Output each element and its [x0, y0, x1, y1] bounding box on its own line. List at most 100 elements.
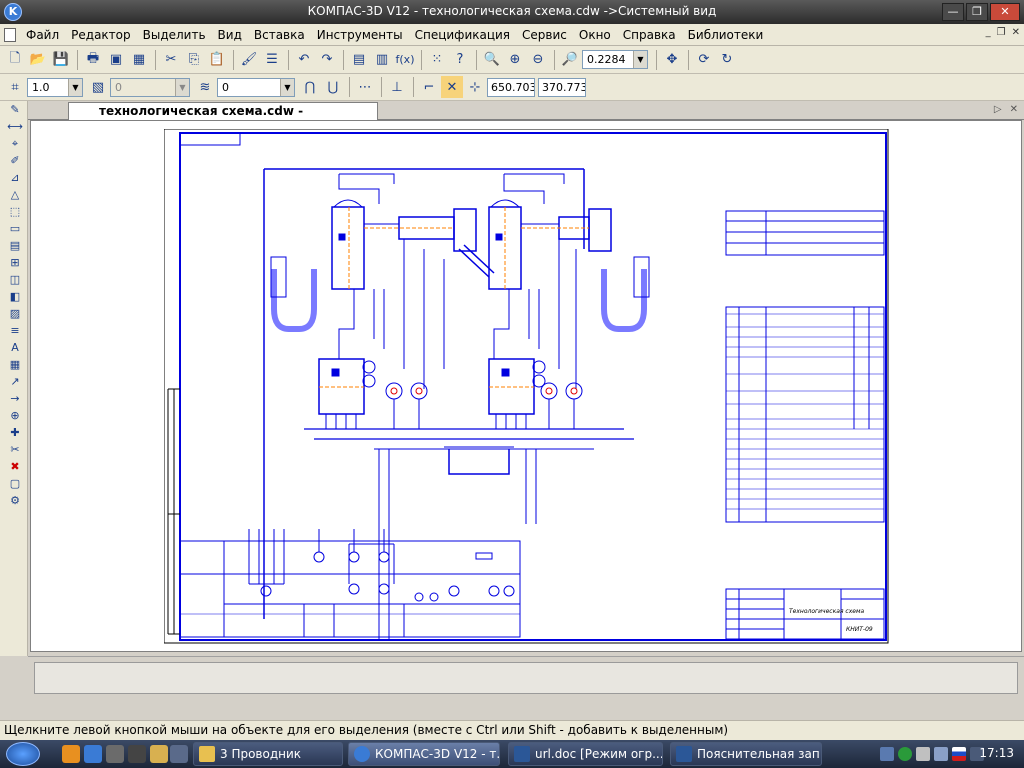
taskbar-word-note[interactable]: Пояснительная зап...	[670, 742, 822, 766]
pan-icon[interactable]: ✥	[661, 49, 683, 71]
chevron-down-icon[interactable]: ▼	[633, 51, 647, 68]
select-icon[interactable]: ⬚	[4, 203, 26, 220]
layer-icon[interactable]: ▧	[87, 76, 109, 98]
tab-close-icon[interactable]: ✕	[1010, 104, 1018, 115]
menu-service[interactable]: Сервис	[516, 28, 573, 42]
trim-icon[interactable]: ✂	[4, 441, 26, 458]
coordinates-icon[interactable]: ⊹	[464, 76, 486, 98]
coord-y-field[interactable]: 370.773	[538, 77, 586, 97]
taskbar-explorer[interactable]: 3 Проводник	[193, 742, 343, 766]
format-brush-icon[interactable]: 🖌	[238, 49, 260, 71]
redraw-icon[interactable]: ↻	[716, 49, 738, 71]
calc-quick-icon[interactable]	[128, 745, 146, 763]
menu-view[interactable]: Вид	[212, 28, 248, 42]
open-folder-icon[interactable]: 📂	[27, 49, 49, 71]
zoom-in-icon[interactable]: ⊕	[504, 49, 526, 71]
close-button[interactable]: ✕	[990, 3, 1020, 21]
antivirus-icon[interactable]	[898, 747, 912, 761]
function-icon[interactable]: f(x)	[394, 49, 416, 71]
snap-icon[interactable]: ⋃	[322, 76, 344, 98]
measure-icon[interactable]: △	[4, 186, 26, 203]
table-icon[interactable]: ▦	[4, 356, 26, 373]
text-icon[interactable]: A	[4, 339, 26, 356]
leader-icon[interactable]: ↗	[4, 373, 26, 390]
layer-combo[interactable]: 0 ▼	[110, 77, 190, 97]
coord-x-field[interactable]: 650.703	[487, 77, 535, 97]
parametrization-icon[interactable]: ⊿	[4, 169, 26, 186]
chevron-down-icon[interactable]: ▼	[175, 78, 189, 96]
start-button[interactable]	[6, 742, 40, 766]
media-player-icon[interactable]	[62, 745, 80, 763]
doc-close-icon[interactable]: ✕	[1012, 27, 1020, 38]
edit-icon[interactable]: ✐	[4, 152, 26, 169]
tab-scroll-right-icon[interactable]: ▷	[994, 104, 1002, 115]
explorer-quick-icon[interactable]	[84, 745, 102, 763]
zoom-out-icon[interactable]: ⊖	[527, 49, 549, 71]
style-icon[interactable]: ≋	[194, 76, 216, 98]
layers-icon[interactable]: ≡	[4, 322, 26, 339]
minimize-button[interactable]: —	[942, 3, 964, 21]
manager-icon[interactable]: ▤	[348, 49, 370, 71]
redo-icon[interactable]: ↷	[316, 49, 338, 71]
grid-dots-icon[interactable]: ⋯	[354, 76, 376, 98]
app-quick-icon[interactable]	[106, 745, 124, 763]
help-pointer-icon[interactable]: ?	[449, 49, 471, 71]
window-quick-icon[interactable]	[170, 745, 188, 763]
maximize-button[interactable]: ❐	[966, 3, 988, 21]
dimensions-icon[interactable]: ⟷	[4, 118, 26, 135]
hatch-icon[interactable]: ▨	[4, 305, 26, 322]
cursor-snap-icon[interactable]: ✕	[441, 76, 463, 98]
chevron-down-icon[interactable]: ▼	[68, 78, 82, 96]
menu-file[interactable]: Файл	[20, 28, 65, 42]
doc-minimize-icon[interactable]: _	[986, 27, 991, 38]
local-cs-icon[interactable]: ⌗	[4, 76, 26, 98]
language-flag-icon[interactable]	[952, 747, 966, 761]
library-icon[interactable]: ⚙	[4, 492, 26, 509]
zoom-scale-icon[interactable]: 🔎	[559, 49, 581, 71]
delete-icon[interactable]: ✖	[4, 458, 26, 475]
document-tab[interactable]: технологическая схема.cdw ->Системный ви…	[68, 102, 378, 134]
drawing-canvas[interactable]: Технологическая схема КНИТ-09	[30, 120, 1022, 652]
fragment-icon[interactable]: ◫	[4, 271, 26, 288]
menu-insert[interactable]: Вставка	[248, 28, 311, 42]
list-icon[interactable]: ☰	[261, 49, 283, 71]
step-icon[interactable]: ⌐	[418, 76, 440, 98]
insert-icon[interactable]: ⊞	[4, 254, 26, 271]
zoom-combo[interactable]: 0.2284 ▼	[582, 50, 648, 69]
menu-specification[interactable]: Спецификация	[409, 28, 516, 42]
properties-icon[interactable]: ▦	[128, 49, 150, 71]
ortho-icon[interactable]: ⊥	[386, 76, 408, 98]
refresh-view-icon[interactable]: ⟳	[693, 49, 715, 71]
axis-icon[interactable]: ⊕	[4, 407, 26, 424]
taskbar-word-url[interactable]: url.doc [Режим огр...	[508, 742, 663, 766]
print-icon[interactable]: 🖶	[82, 49, 104, 71]
properties-panel-area[interactable]	[34, 662, 1018, 694]
paste-icon[interactable]: 📋	[206, 49, 228, 71]
menu-window[interactable]: Окно	[573, 28, 617, 42]
app-tray-icon[interactable]	[916, 747, 930, 761]
chevron-down-icon[interactable]: ▼	[280, 78, 294, 96]
variables-icon[interactable]: ▥	[371, 49, 393, 71]
copy-icon[interactable]: ⎘	[183, 49, 205, 71]
doc-restore-icon[interactable]: ❐	[997, 27, 1006, 38]
menu-help[interactable]: Справка	[617, 28, 682, 42]
menu-tools[interactable]: Инструменты	[311, 28, 409, 42]
menu-editor[interactable]: Редактор	[65, 28, 136, 42]
new-document-icon[interactable]: 🗋	[4, 49, 26, 71]
view-icon[interactable]: ◧	[4, 288, 26, 305]
print-preview-icon[interactable]: ▣	[105, 49, 127, 71]
network-icon[interactable]	[880, 747, 894, 761]
volume-icon[interactable]	[934, 747, 948, 761]
undo-icon[interactable]: ↶	[293, 49, 315, 71]
menu-libraries[interactable]: Библиотеки	[682, 28, 770, 42]
taskbar-kompas[interactable]: КОМПАС-3D V12 - т...	[348, 742, 500, 766]
cut-icon[interactable]: ✂	[160, 49, 182, 71]
folder-quick-icon[interactable]	[150, 745, 168, 763]
style-combo[interactable]: 0 ▼	[217, 77, 295, 97]
save-icon[interactable]: 💾	[50, 49, 72, 71]
reports-icon[interactable]: ▤	[4, 237, 26, 254]
zoom-window-icon[interactable]: 🔍	[481, 49, 503, 71]
document-icon[interactable]	[4, 27, 16, 42]
centerline-icon[interactable]: ✚	[4, 424, 26, 441]
grid-icon[interactable]: ⁙	[426, 49, 448, 71]
